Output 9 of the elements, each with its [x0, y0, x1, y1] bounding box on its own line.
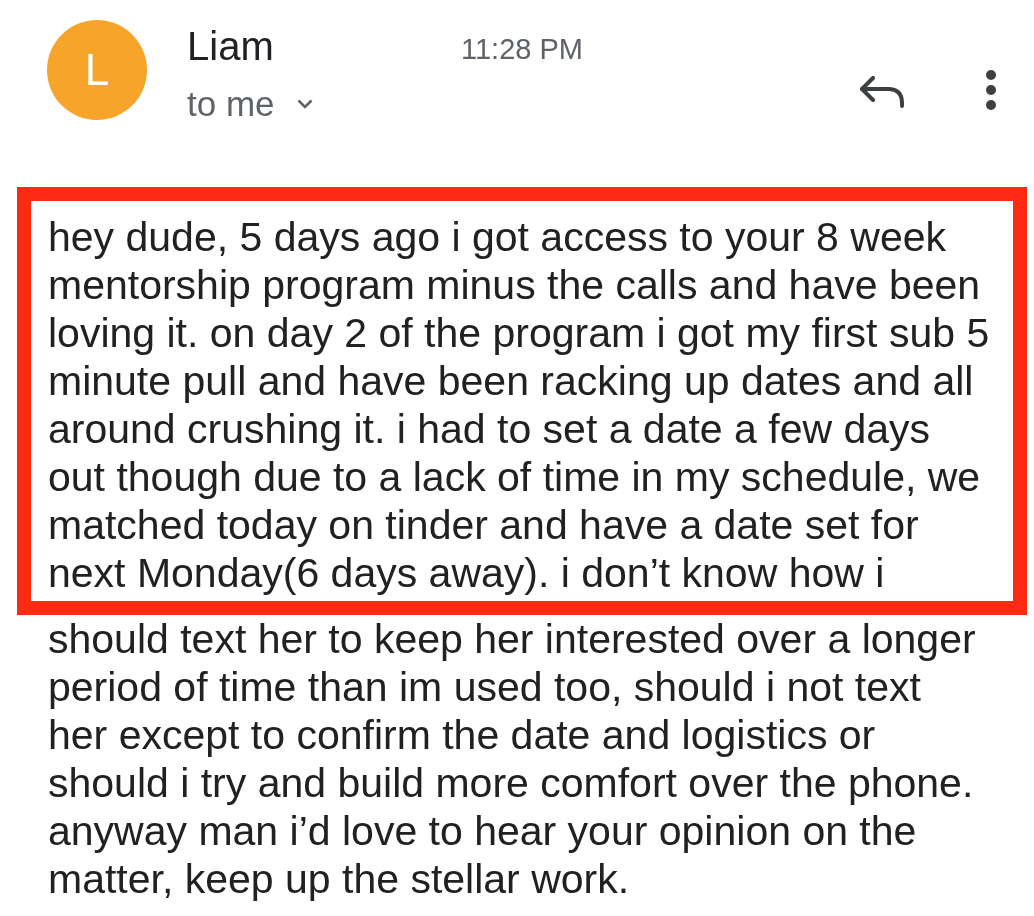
sender-name: Liam	[187, 23, 274, 70]
chevron-down-icon	[296, 99, 313, 109]
sender-avatar: L	[47, 20, 147, 120]
message-text: hey dude, 5 days ago i got access to your 8 week mentorship program minus the calls and have been loving it. on day 2 of the program i got my first sub 5 minute pull and have been racking up dates and all around crushing it. i had to set a date a few days out though due to a lack of time in my schedule, we matched today on tinder and have a date set for next Monday(6 days away). i don’t know how i	[48, 213, 990, 597]
more-options-icon[interactable]	[984, 70, 998, 110]
recipient-details-toggle[interactable]: to me	[187, 82, 313, 126]
reply-icon[interactable]	[859, 76, 905, 108]
message-text: should text her to keep her interested over a longer period of time than im used too, should i not text her except to confirm the date and logistics or should i try and build more comfort over the phone. anyway man i’d love to hear your opinion on the matter, keep up the stellar work.	[48, 615, 976, 903]
message-time: 11:28 PM	[461, 32, 583, 67]
